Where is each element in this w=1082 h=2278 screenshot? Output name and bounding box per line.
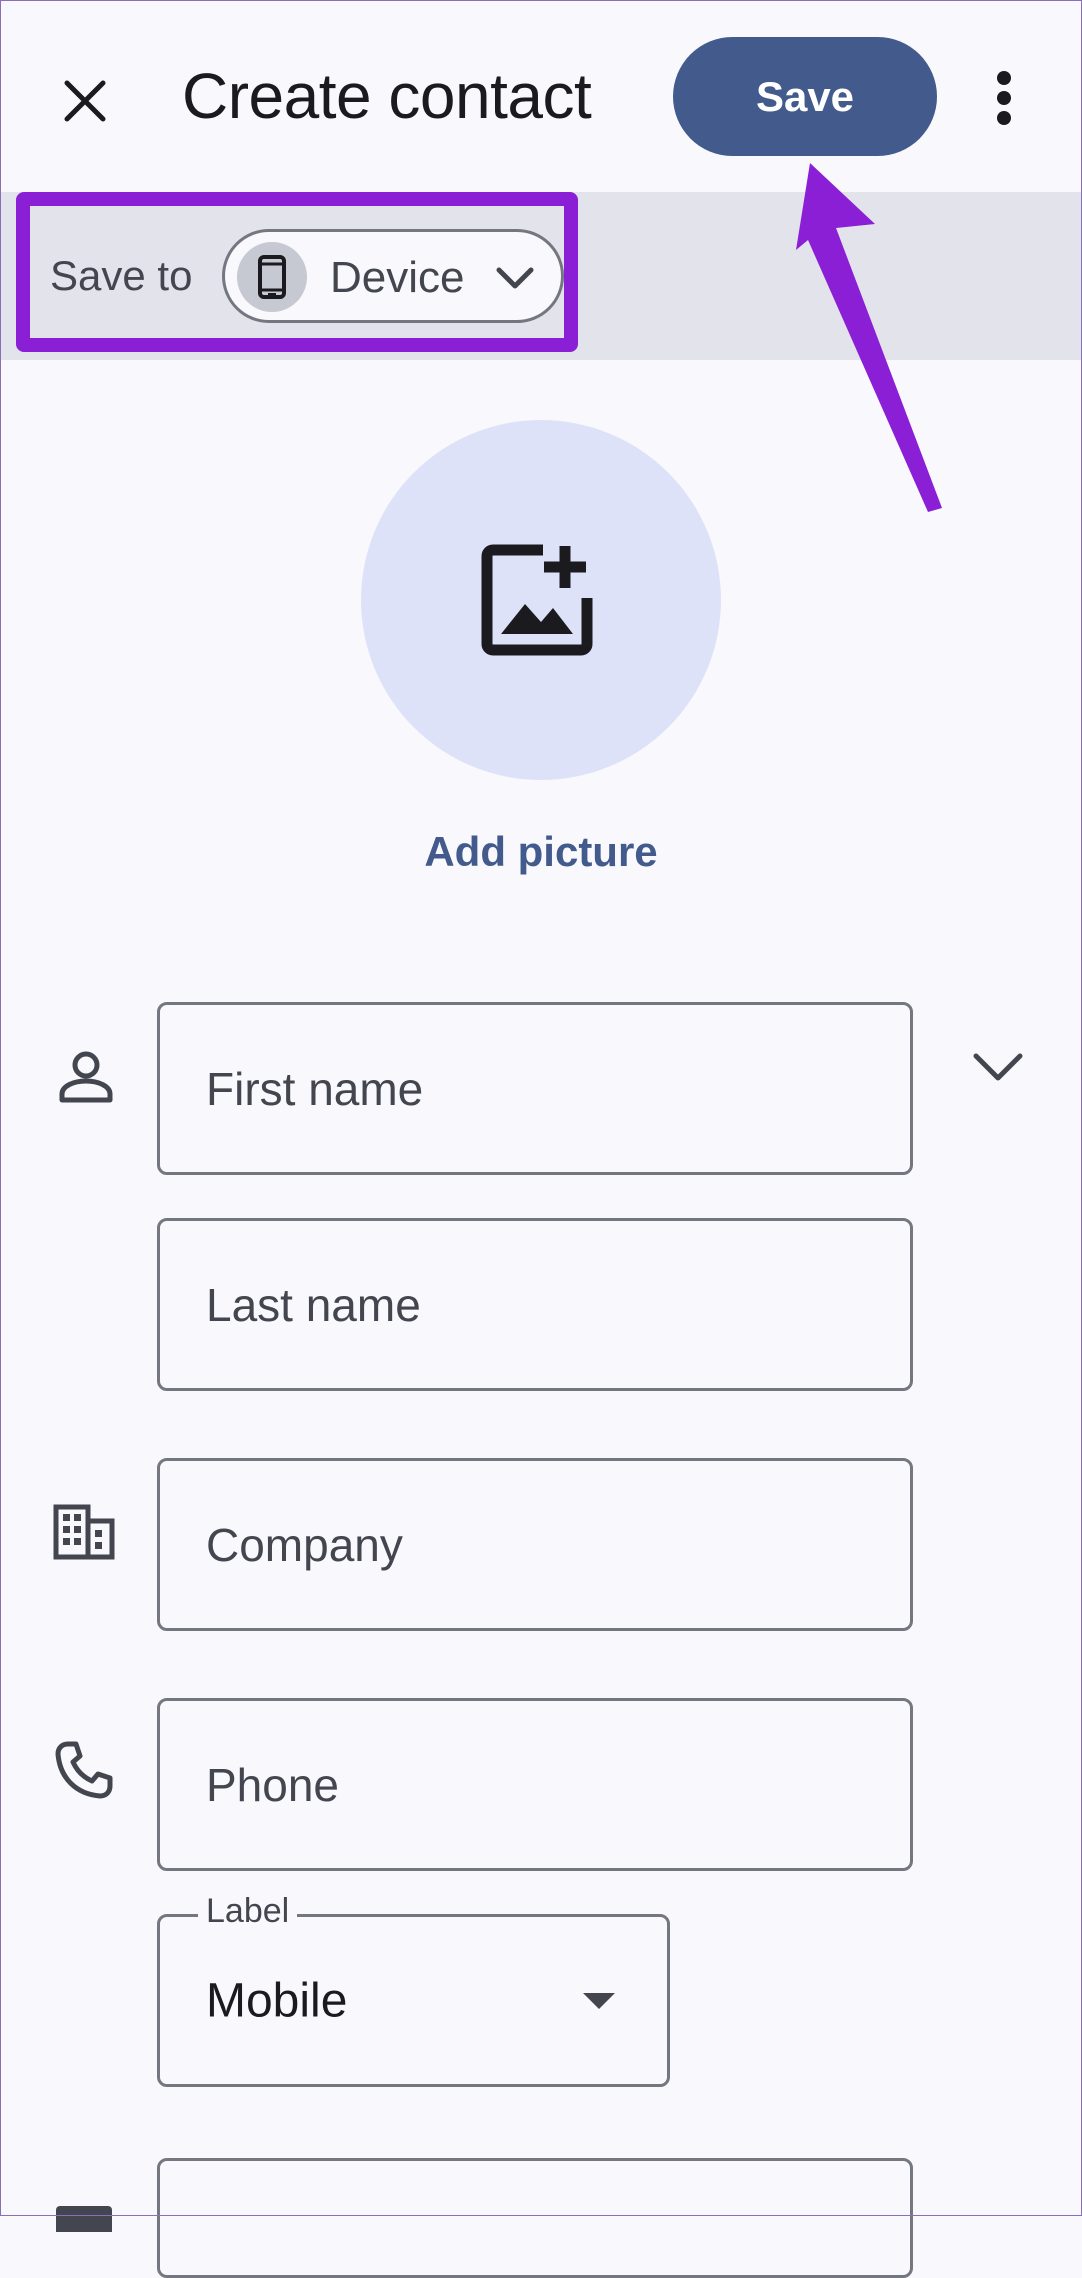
chevron-down-icon [973, 1053, 1023, 1081]
phone-call-icon [52, 1738, 116, 1802]
phone-field[interactable]: Phone [157, 1698, 913, 1871]
phone-label-value: Mobile [206, 1974, 348, 2027]
expand-name-button[interactable] [962, 1040, 1034, 1096]
phone-placeholder: Phone [206, 1758, 340, 1811]
first-name-placeholder: First name [206, 1062, 424, 1115]
annotation-arrow [796, 163, 942, 512]
last-name-placeholder: Last name [206, 1278, 421, 1331]
company-placeholder: Company [206, 1518, 403, 1571]
email-field[interactable] [157, 2158, 913, 2278]
company-field[interactable]: Company [157, 1458, 913, 1631]
add-picture-link[interactable]: Add picture [0, 824, 1082, 880]
dropdown-arrow-icon [583, 1993, 615, 2009]
first-name-field[interactable]: First name [157, 1002, 913, 1175]
business-icon [52, 1502, 116, 1562]
phone-label-select[interactable]: Label Mobile [157, 1891, 670, 2087]
person-icon [54, 1044, 118, 1108]
phone-label-legend: Label [198, 1891, 298, 1931]
email-icon [54, 2202, 114, 2232]
last-name-field[interactable]: Last name [157, 1218, 913, 1391]
